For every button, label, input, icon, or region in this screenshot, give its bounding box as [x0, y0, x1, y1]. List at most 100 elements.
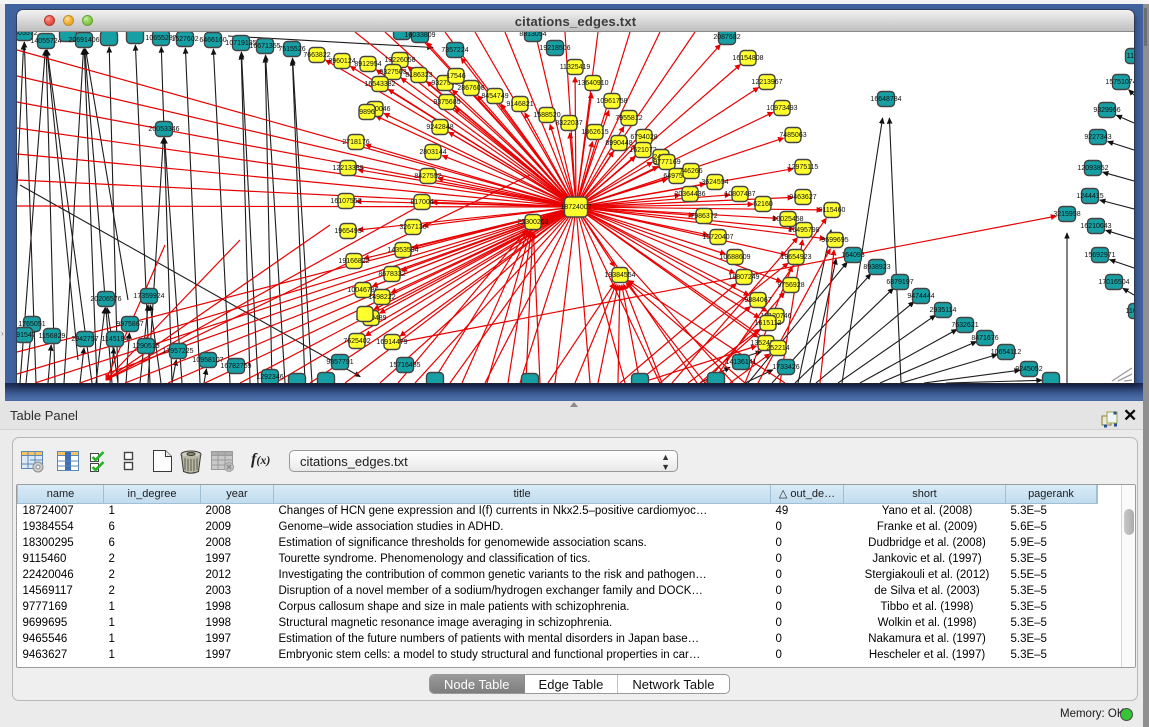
svg-text:8938923: 8938923: [863, 264, 890, 271]
svg-text:164093: 164093: [841, 252, 864, 259]
svg-text:16495798: 16495798: [788, 227, 819, 234]
svg-text:19166822: 19166822: [338, 258, 369, 265]
svg-text:10654112: 10654112: [991, 349, 1022, 356]
svg-text:16033809: 16033809: [404, 32, 435, 39]
svg-text:9329966: 9329966: [1093, 107, 1120, 114]
svg-text:14136141: 14136141: [725, 359, 756, 366]
svg-text:10961758: 10961758: [596, 98, 627, 105]
svg-text:9245052: 9245052: [1015, 366, 1042, 373]
svg-text:391547: 391547: [17, 332, 36, 339]
svg-text:13226058: 13226058: [384, 57, 415, 64]
svg-text:1733426: 1733426: [772, 364, 799, 371]
svg-text:8813054: 8813054: [519, 32, 546, 38]
svg-text:6879197: 6879197: [886, 279, 913, 286]
svg-text:8471676: 8471676: [971, 335, 998, 342]
svg-text:15751074: 15751074: [1105, 79, 1134, 86]
svg-text:16648784: 16648784: [870, 96, 901, 103]
svg-text:2087682: 2087682: [713, 34, 740, 41]
svg-text:8427552: 8427552: [414, 173, 441, 180]
svg-text:7485063: 7485063: [779, 132, 806, 139]
svg-text:17359924: 17359924: [133, 293, 164, 300]
svg-text:8960124: 8960124: [328, 58, 355, 65]
svg-text:8322037: 8322037: [555, 120, 582, 127]
svg-text:12093852: 12093852: [1077, 165, 1108, 172]
svg-text:15720407: 15720407: [702, 234, 733, 241]
svg-text:8678332: 8678332: [378, 271, 405, 278]
svg-text:12213389: 12213389: [332, 165, 363, 172]
svg-text:9327503: 9327503: [379, 69, 406, 76]
svg-text:16671355: 16671355: [249, 43, 280, 50]
svg-text:9857791: 9857791: [326, 359, 353, 366]
svg-text:19654923: 19654923: [780, 254, 811, 261]
svg-text:9777169: 9777169: [653, 159, 680, 166]
svg-text:8186323: 8186323: [405, 72, 432, 79]
svg-text:7955812: 7955812: [615, 115, 642, 122]
svg-text:9227343: 9227343: [1084, 134, 1111, 141]
svg-text:2718176: 2718176: [342, 139, 369, 146]
svg-text:1362615: 1362615: [581, 129, 608, 136]
svg-text:9463627: 9463627: [789, 194, 816, 201]
svg-text:1145194: 1145194: [102, 336, 129, 343]
svg-text:23300263: 23300263: [517, 219, 548, 226]
svg-text:746266: 746266: [679, 168, 702, 175]
svg-text:6794028: 6794028: [630, 134, 657, 141]
svg-text:8454749: 8454749: [481, 93, 508, 100]
svg-text:252214: 252214: [766, 345, 789, 352]
svg-text:9896: 9896: [359, 109, 375, 116]
svg-text:9756928: 9756928: [777, 282, 804, 289]
svg-text:1498222: 1498222: [368, 294, 395, 301]
svg-text:18807249: 18807249: [728, 274, 759, 281]
svg-text:9975867: 9975867: [116, 321, 143, 328]
svg-text:20053346: 20053346: [148, 126, 179, 133]
svg-text:1156829: 1156829: [39, 333, 66, 340]
svg-text:7632621: 7632621: [951, 322, 978, 329]
svg-text:2867608: 2867608: [457, 85, 484, 92]
svg-text:16154808: 16154808: [732, 55, 763, 62]
svg-text:2803144: 2803144: [419, 149, 446, 156]
svg-text:817004: 817004: [410, 199, 433, 206]
svg-text:7986372: 7986372: [690, 213, 717, 220]
svg-text:1244415: 1244415: [1076, 193, 1103, 200]
svg-text:9884067: 9884067: [744, 297, 771, 304]
svg-text:12975115: 12975115: [788, 164, 819, 171]
svg-text:10688609: 10688609: [719, 254, 750, 261]
svg-text:9115460: 9115460: [819, 207, 846, 214]
svg-text:8912954: 8912954: [354, 61, 381, 68]
svg-text:14353594: 14353594: [387, 247, 418, 254]
svg-text:16914479: 16914479: [376, 339, 407, 346]
svg-text:16782759: 16782759: [220, 363, 251, 370]
svg-text:13640910: 13640910: [577, 80, 608, 87]
svg-text:9146821: 9146821: [506, 101, 533, 108]
svg-text:7515526: 7515526: [278, 46, 305, 53]
svg-text:7663822: 7663822: [303, 52, 330, 59]
svg-text:20691406: 20691406: [68, 37, 99, 44]
svg-text:1112: 1112: [1127, 53, 1134, 60]
svg-text:1290515: 1290515: [132, 343, 159, 350]
svg-text:11325419: 11325419: [560, 64, 591, 71]
svg-text:1588520: 1588520: [533, 112, 560, 119]
svg-text:10958107: 10958107: [192, 357, 223, 364]
svg-text:19384554: 19384554: [604, 272, 635, 279]
svg-text:1615112: 1615112: [755, 320, 782, 327]
svg-text:14055724: 14055724: [30, 38, 61, 45]
svg-text:15716485: 15716485: [389, 362, 420, 369]
svg-text:9375685: 9375685: [433, 99, 460, 106]
svg-text:20206576: 20206576: [90, 296, 121, 303]
svg-text:9699695: 9699695: [821, 237, 848, 244]
svg-text:116753: 116753: [1126, 308, 1134, 315]
svg-text:16210643: 16210643: [1080, 223, 1111, 230]
svg-text:17957225: 17957225: [162, 348, 193, 355]
svg-text:3267130: 3267130: [399, 224, 426, 231]
svg-text:1527602: 1527602: [171, 36, 198, 43]
svg-text:19218506: 19218506: [539, 45, 570, 52]
svg-text:16107552: 16107552: [330, 198, 361, 205]
svg-text:12213967: 12213967: [751, 79, 782, 86]
svg-text:10973493: 10973493: [766, 105, 797, 112]
svg-text:62160: 62160: [753, 201, 773, 208]
svg-text:1292346: 1292346: [256, 374, 283, 381]
svg-text:17016504: 17016504: [1098, 279, 1129, 286]
svg-text:1965493: 1965493: [334, 228, 361, 235]
svg-text:7357224: 7357224: [441, 47, 468, 54]
svg-text:16543382: 16543382: [364, 81, 395, 88]
svg-text:9242848: 9242848: [426, 124, 453, 131]
